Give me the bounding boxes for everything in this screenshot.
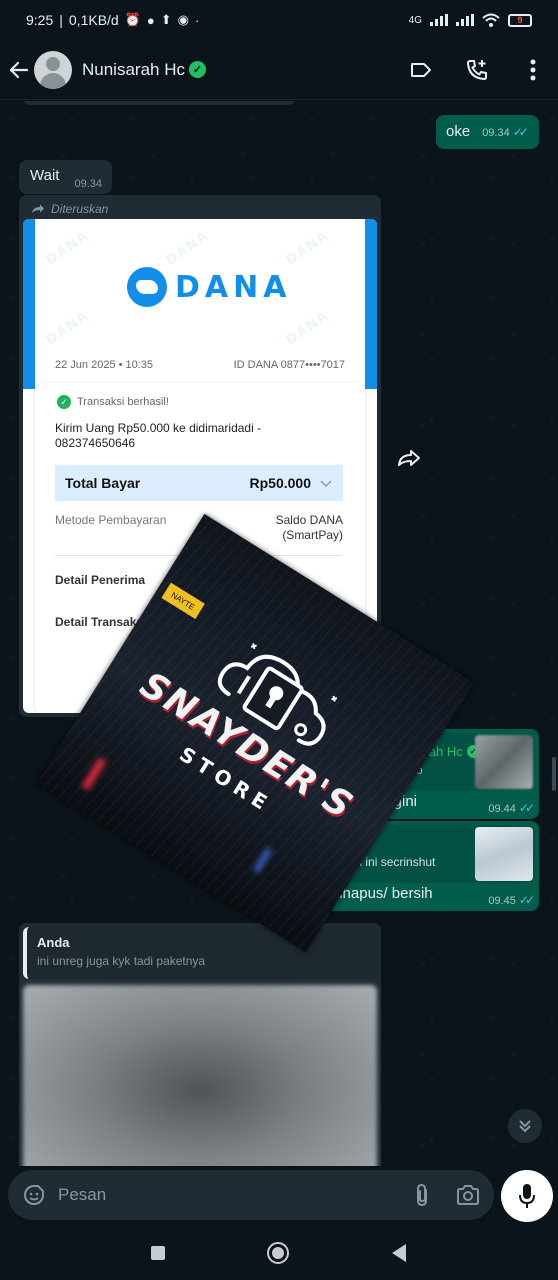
receipt-watermark: DANA [282, 226, 332, 268]
reply-message-anda[interactable]: Anda ini unreg juga kyk tadi paketnya [19, 923, 381, 1166]
microphone-icon [519, 1184, 535, 1208]
avatar[interactable] [34, 50, 72, 89]
payment-method-value: Saldo DANA (SmartPay) [275, 513, 343, 542]
message-time: 09.45 ✓✓ [488, 893, 535, 907]
notification-dot-icon: ● [146, 12, 155, 28]
message-input[interactable] [58, 1185, 388, 1205]
forwarded-label: Diteruskan [23, 199, 377, 219]
system-nav-bar [0, 1226, 558, 1280]
dana-logo: DANA [127, 267, 291, 307]
network-type-label: 4G [408, 14, 422, 26]
message-time: 09.34 [482, 127, 510, 139]
signal-2-icon [456, 14, 474, 26]
camera-icon[interactable] [456, 1185, 480, 1205]
more-notifications-icon: · [195, 12, 200, 28]
add-call-icon[interactable] [464, 57, 490, 83]
status-left: 9:25 | 0,1KB/d ⏰ ● ⬆ ◉ · [26, 12, 200, 28]
receipt-watermark: DANA [42, 306, 92, 348]
verified-badge-icon: ✓ [189, 61, 206, 78]
alarm-icon: ⏰ [124, 12, 141, 27]
scroll-to-bottom-button[interactable] [508, 1109, 542, 1143]
sticker-emoji-icon[interactable] [22, 1183, 46, 1207]
signal-icon [430, 14, 448, 26]
recents-square-icon[interactable] [150, 1245, 166, 1261]
total-label: Total Bayar [65, 475, 141, 491]
payment-method-label: Metode Pembayaran [55, 513, 167, 527]
status-bar: 9:25 | 0,1KB/d ⏰ ● ⬆ ◉ · 4G 9 [0, 0, 558, 40]
dana-logo-mark-icon [127, 267, 167, 307]
receipt-date: 22 Jun 2025 • 10:35 [55, 359, 154, 371]
double-chevron-down-icon [519, 1120, 531, 1133]
contact-name[interactable]: Nunisarah Hc ✓ [82, 60, 206, 80]
transaction-status: ✓ Transaksi berhasil! [57, 395, 169, 409]
label-icon[interactable] [408, 57, 434, 83]
message-composer [8, 1170, 494, 1220]
back-triangle-icon[interactable] [390, 1243, 408, 1263]
wifi-icon [482, 13, 500, 27]
more-vert-icon[interactable] [520, 57, 546, 83]
receipt-watermark: DANA [282, 306, 332, 348]
transaction-title: Kirim Uang Rp50.000 ke didimaridadi - 08… [55, 421, 262, 450]
recipient-detail-label: Detail Penerima [55, 573, 146, 587]
read-ticks-icon: ✓✓ [512, 125, 529, 139]
message-text: oke [446, 123, 471, 140]
receipt-account-id: ID DANA 0877••••7017 [233, 359, 345, 371]
quoted-photo-thumbnail [475, 735, 533, 789]
receipt-watermark: DANA [42, 226, 92, 268]
message-oke[interactable]: oke 09.34 ✓✓ [436, 115, 539, 149]
total-row: Total Bayar Rp50.000 [55, 465, 343, 501]
home-circle-icon[interactable] [266, 1241, 290, 1265]
quoted-text: ini unreg juga kyk tadi paketnya [37, 954, 206, 968]
header-actions [408, 57, 546, 83]
attachment-icon[interactable] [414, 1183, 430, 1207]
receipt-edge-right [365, 219, 377, 389]
message-time: 09.34 [74, 178, 102, 190]
chat-header: Nunisarah Hc ✓ [0, 40, 558, 100]
read-ticks-icon: ✓✓ [518, 801, 535, 815]
blurred-photo[interactable] [23, 985, 377, 1166]
battery-icon: 9 [508, 13, 532, 27]
previous-message-edge [22, 101, 296, 105]
voice-record-button[interactable] [501, 1170, 553, 1222]
status-time: 9:25 [26, 12, 54, 28]
status-speed: 0,1KB/d [68, 12, 119, 28]
message-text: Wait [30, 167, 60, 184]
input-bar [0, 1166, 558, 1226]
status-right: 4G 9 [409, 13, 532, 27]
receipt-edge-left [23, 219, 35, 389]
quoted-photo-thumbnail [475, 827, 533, 881]
quoted-sender: Anda [37, 935, 70, 950]
check-circle-icon: ✓ [57, 395, 71, 409]
read-ticks-icon: ✓✓ [518, 893, 535, 907]
scrollbar[interactable] [552, 757, 556, 791]
dana-wordmark: DANA [175, 269, 292, 305]
composer-actions [414, 1183, 480, 1207]
total-amount: Rp50.000 [249, 475, 311, 491]
forwarded-icon [32, 204, 44, 213]
forward-icon[interactable] [395, 444, 423, 472]
receipt-watermark: DANA [162, 226, 212, 268]
upload-icon: ⬆ [160, 12, 172, 27]
message-wait[interactable]: Wait 09.34 [19, 160, 112, 194]
chevron-down-icon [320, 480, 332, 488]
message-time: 09.44 ✓✓ [488, 801, 535, 815]
back-arrow-icon[interactable] [8, 59, 30, 81]
app-icon: ◉ [177, 12, 190, 27]
quoted-message[interactable]: Anda ini unreg juga kyk tadi paketnya [23, 927, 377, 979]
